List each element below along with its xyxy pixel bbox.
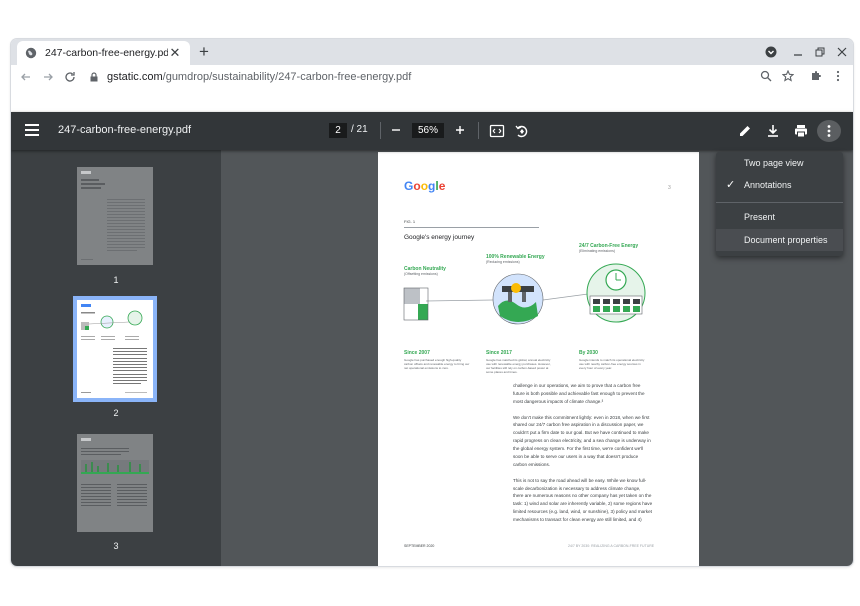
stage1-desc: Google has purchased enough high-quality… [404, 358, 470, 370]
google-logo: Google [404, 179, 446, 193]
pdf-toolbar: 247-carbon-free-energy.pdf 2 / 21 56% [11, 112, 853, 150]
thumbnail-sidebar: 1 2 3 [11, 150, 221, 566]
pdf-filename: 247-carbon-free-energy.pdf [58, 124, 192, 136]
body-line: there are numerous reasons no other comp… [513, 493, 652, 499]
url-domain: gstatic.com [107, 71, 163, 83]
browser-window: 247-carbon-free-energy.pdf ✕ + gstatic.c… [11, 39, 853, 566]
restore-icon[interactable] [811, 43, 829, 61]
bookmark-star-icon[interactable] [779, 67, 797, 85]
body-line: mechanisms to transact for clean energy … [513, 517, 642, 523]
footer-title: 24/7 BY 2030: REALIZING A CARBON-FREE FU… [568, 544, 655, 548]
body-line: rapid progress on clean electricity, and… [513, 438, 651, 444]
thumbnail-label-3: 3 [113, 541, 119, 551]
browser-menu-icon[interactable] [829, 67, 847, 85]
fig-rule [404, 227, 539, 228]
page-thumbnail-1[interactable] [77, 167, 153, 265]
body-line: couldn't put a firm date to our goal. Bu… [513, 430, 649, 436]
menu-item-document-properties[interactable]: Document properties [716, 229, 843, 251]
reload-icon[interactable] [59, 66, 81, 88]
stage2-since: Since 2017 [486, 350, 512, 356]
tab-pdf[interactable]: 247-carbon-free-energy.pdf ✕ [17, 41, 190, 65]
sidebar-menu-icon[interactable] [25, 124, 39, 136]
browser-toolbar: gstatic.com/gumdrop/sustainability/247-c… [11, 65, 853, 89]
check-icon: ✓ [726, 179, 736, 191]
page-thumbnail-3[interactable] [77, 434, 153, 532]
energy-journey-illustration [403, 263, 646, 325]
annotate-pen-icon[interactable] [736, 122, 754, 140]
tab-title: 247-carbon-free-energy.pdf [45, 47, 168, 59]
more-vert-icon [827, 125, 831, 137]
stage1-since: Since 2007 [404, 350, 430, 356]
page-total: / 21 [351, 124, 368, 135]
more-options-button[interactable] [817, 120, 841, 142]
more-options-menu: Two page view ✓ Annotations Present Docum… [716, 152, 843, 256]
thumbnail-label-1: 1 [113, 275, 119, 285]
menu-item-present[interactable]: Present [716, 206, 843, 228]
rotate-icon[interactable] [513, 122, 531, 140]
download-icon[interactable] [764, 122, 782, 140]
stage3-since: By 2030 [579, 350, 598, 356]
tab-search-icon[interactable] [762, 43, 780, 61]
menu-divider [716, 202, 843, 203]
body-line [513, 406, 683, 414]
body-line: task: 1) wind and solar are inherently v… [513, 501, 653, 507]
globe-icon [25, 47, 37, 59]
page-mark: 3 [668, 185, 671, 191]
fig-title: Google's energy journey [404, 234, 475, 241]
page-thumbnail-2[interactable] [73, 296, 157, 402]
body-line: shared our 24/7 carbon free aspiration i… [513, 422, 644, 428]
page-number-input[interactable]: 2 [329, 123, 347, 138]
zoom-search-icon[interactable] [757, 67, 775, 85]
address-bar[interactable]: gstatic.com/gumdrop/sustainability/247-c… [89, 67, 779, 87]
url-path: /gumdrop/sustainability/247-carbon-free-… [162, 71, 412, 83]
pdf-page: Google 3 FIG. 1 Google's energy journey … [378, 152, 699, 566]
body-line: future is both possible and achievable f… [513, 390, 645, 396]
menu-label: Present [744, 212, 776, 222]
menu-label: Annotations [744, 180, 792, 190]
lock-icon [90, 72, 98, 82]
body-line: carbon emissions. [513, 461, 551, 467]
tab-strip: 247-carbon-free-energy.pdf ✕ + [11, 39, 853, 65]
footer-date: SEPTEMBER 2020 [404, 544, 435, 548]
thumbnail-label-2: 2 [113, 408, 119, 418]
toolbar-divider [478, 122, 479, 139]
stage2-desc: Google has matched its global, annual el… [486, 358, 551, 374]
toolbar-divider [380, 122, 381, 139]
new-tab-button[interactable]: + [195, 43, 213, 61]
body-line: limited resources (e.g. land, wind, or s… [513, 509, 652, 515]
zoom-in-icon[interactable] [451, 121, 469, 139]
stage3-sub: (Eliminating emissions) [579, 249, 615, 253]
body-line: challenge in our operations, we aim to p… [513, 383, 641, 388]
extensions-puzzle-icon[interactable] [807, 67, 825, 85]
menu-label: Two page view [744, 158, 804, 168]
menu-item-two-page-view[interactable]: Two page view [716, 152, 843, 174]
body-text: challenge in our operations, we aim to p… [513, 382, 683, 524]
minimize-icon[interactable] [789, 43, 807, 61]
close-window-icon[interactable] [833, 43, 851, 61]
zoom-level-input[interactable]: 56% [412, 123, 444, 138]
body-line: most dangerous impacts of climate change… [513, 398, 604, 404]
forward-arrow-icon[interactable] [37, 66, 59, 88]
fit-to-page-icon[interactable] [488, 122, 506, 140]
back-arrow-icon[interactable] [15, 66, 37, 88]
close-tab-icon[interactable]: ✕ [168, 45, 182, 61]
body-line: the global energy system. For the first … [513, 446, 644, 452]
fig-label: FIG. 1 [404, 219, 416, 224]
body-line: This is not to say the road ahead will b… [513, 477, 647, 483]
url-text: gstatic.com/gumdrop/sustainability/247-c… [107, 71, 779, 83]
menu-label: Document properties [744, 235, 828, 245]
menu-item-annotations[interactable]: ✓ Annotations [716, 174, 843, 196]
body-line: We don't make this commitment lightly: e… [513, 414, 650, 420]
print-icon[interactable] [792, 122, 810, 140]
body-line [513, 469, 683, 477]
body-line: soon be able to serve our users in a way… [513, 454, 639, 460]
zoom-out-icon[interactable] [387, 121, 405, 139]
stage3-desc: Google intends to match its operational … [579, 358, 645, 370]
body-line: scale decarbonization is necessary to ad… [513, 485, 641, 491]
